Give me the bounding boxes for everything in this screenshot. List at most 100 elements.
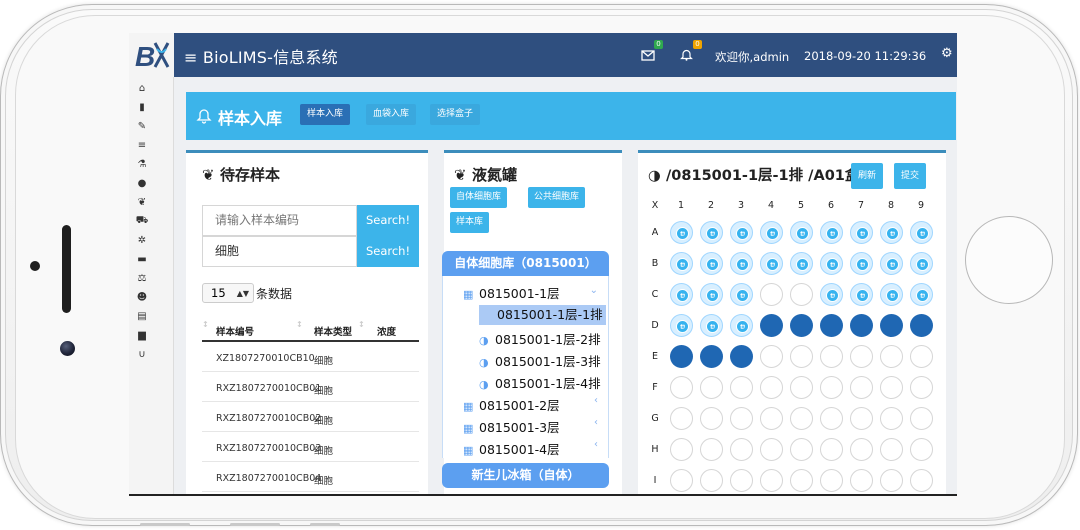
box-well[interactable] [670,252,693,275]
table-row[interactable]: RXZ1807270010CB01 细胞 [202,372,419,402]
box-well[interactable] [820,283,843,306]
box-well[interactable] [700,314,723,337]
box-well[interactable] [700,469,723,492]
box-well[interactable] [730,345,753,368]
sample-type-input[interactable]: 细胞 [202,236,357,267]
box-well[interactable] [820,252,843,275]
gear-icon[interactable]: ✲ [135,233,149,247]
sample-bank-button[interactable]: 样本库 [450,212,490,233]
box-well[interactable] [670,469,693,492]
home-button[interactable] [965,216,1053,304]
cart-icon[interactable]: ⛟ [135,214,149,228]
submit-button[interactable]: 提交 [894,163,927,189]
box-well[interactable] [880,407,903,430]
sample-code-input[interactable]: 请输入样本编码 [202,205,357,236]
search-button[interactable]: Search! [357,236,419,267]
box-well[interactable] [910,221,933,244]
magnet-icon[interactable]: ∪ [135,347,149,361]
column-header[interactable]: 浓度 [377,324,396,338]
box-well[interactable] [790,438,813,461]
box-well[interactable] [670,438,693,461]
sort-icon[interactable]: ↕ [296,320,303,329]
chevron-down-icon[interactable]: ⌄ [590,285,598,296]
box-well[interactable] [760,252,783,275]
box-well[interactable] [790,376,813,399]
box-well[interactable] [910,376,933,399]
box-well[interactable] [760,283,783,306]
box-well[interactable] [700,438,723,461]
box-well[interactable] [850,283,873,306]
select-box-button[interactable]: 选择盒子 [430,104,481,125]
refresh-button[interactable]: 刷新 [851,163,884,189]
box-well[interactable] [700,252,723,275]
tree-node[interactable]: ◑ 0815001-1层-2排 [479,329,601,348]
sort-icon[interactable]: ↕ [358,320,365,329]
users-icon[interactable]: ☻ [135,290,149,304]
chevron-left-icon[interactable]: ‹ [594,439,598,450]
box-well[interactable] [910,438,933,461]
box-well[interactable] [850,438,873,461]
box-well[interactable] [880,438,903,461]
box-well[interactable] [880,283,903,306]
box-well[interactable] [850,314,873,337]
box-well[interactable] [850,221,873,244]
tree-node-selected[interactable]: 0815001-1层-1排 [479,305,606,325]
tree-node[interactable]: ▦ 0815001-1层 [463,283,560,302]
tree-node[interactable]: ◑ 0815001-1层-4排 [479,373,601,392]
box-well[interactable] [730,221,753,244]
box-well[interactable] [700,407,723,430]
page-size-select[interactable]: 15 ▲▼ [202,283,254,303]
box-well[interactable] [790,469,813,492]
box-well[interactable] [700,376,723,399]
box-well[interactable] [670,221,693,244]
box-well[interactable] [790,221,813,244]
book-icon[interactable]: ▮ [135,100,149,114]
search-button[interactable]: Search! [357,205,419,236]
box-well[interactable] [820,345,843,368]
box-well[interactable] [910,314,933,337]
box-well[interactable] [910,407,933,430]
box-well[interactable] [820,407,843,430]
table-row[interactable]: RXZ1807270010CB04 细胞 [202,462,419,492]
flask-icon[interactable]: ⚗ [135,157,149,171]
autologous-bank-button[interactable]: 自体细胞库 [450,187,508,208]
box-well[interactable] [730,407,753,430]
box-well[interactable] [670,283,693,306]
app-title[interactable]: ≡ BioLIMS-信息系统 [184,44,338,68]
box-well[interactable] [670,376,693,399]
box-well[interactable] [670,314,693,337]
box-well[interactable] [700,345,723,368]
box-well[interactable] [700,283,723,306]
gears-icon[interactable]: ⚙ [941,46,953,61]
welcome-user[interactable]: 欢迎你,admin [715,49,789,65]
box-well[interactable] [880,314,903,337]
box-well[interactable] [730,469,753,492]
box-well[interactable] [910,345,933,368]
box-well[interactable] [760,345,783,368]
box-well[interactable] [670,407,693,430]
box-well[interactable] [790,314,813,337]
box-well[interactable] [790,345,813,368]
box-well[interactable] [880,252,903,275]
box-well[interactable] [760,438,783,461]
box-well[interactable] [820,376,843,399]
balance-icon[interactable]: ⚖ [135,271,149,285]
biolims-logo[interactable]: B [129,33,174,77]
blood-bag-storage-button[interactable]: 血袋入库 [366,104,417,125]
box-well[interactable] [850,469,873,492]
box-well[interactable] [820,438,843,461]
box-well[interactable] [700,221,723,244]
tree-footer[interactable]: 新生儿冰箱（自体） [442,463,609,488]
home-icon[interactable]: ⌂ [135,81,149,95]
public-bank-button[interactable]: 公共细胞库 [528,187,586,208]
box-well[interactable] [790,283,813,306]
box-well[interactable] [730,438,753,461]
box-well[interactable] [730,252,753,275]
tree-node[interactable]: ◑ 0815001-1层-3排 [479,351,601,370]
box-well[interactable] [760,221,783,244]
box-well[interactable] [790,252,813,275]
sort-icon[interactable]: ↕ [202,320,209,329]
drop-icon[interactable]: ● [135,176,149,190]
box-well[interactable] [850,252,873,275]
box-well[interactable] [820,314,843,337]
